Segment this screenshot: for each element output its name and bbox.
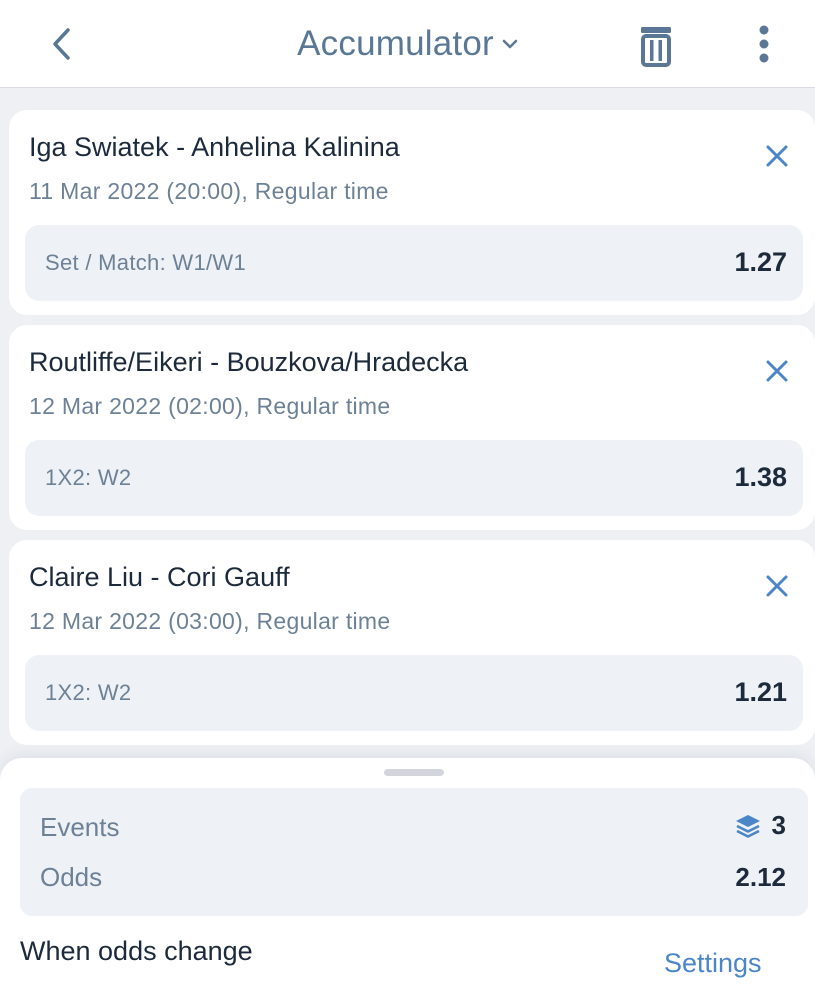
layers-icon bbox=[735, 814, 760, 838]
more-vertical-icon bbox=[759, 25, 769, 63]
page-title: Accumulator bbox=[297, 24, 494, 63]
bet-card: Routliffe/Eikeri - Bouzkova/Hradecka 12 … bbox=[9, 325, 815, 530]
events-label: Events bbox=[40, 812, 120, 842]
market-odds: 1.27 bbox=[734, 247, 787, 277]
total-odds: 2.12 bbox=[735, 862, 786, 892]
odds-change-label: When odds change bbox=[20, 936, 253, 966]
market-odds: 1.38 bbox=[734, 462, 787, 492]
remove-bet-button[interactable] bbox=[757, 136, 797, 176]
trash-icon bbox=[641, 27, 671, 67]
market-selection[interactable]: Set / Match: W1/W1 1.27 bbox=[25, 225, 803, 301]
market-label: 1X2: W2 bbox=[45, 465, 132, 490]
market-label: Set / Match: W1/W1 bbox=[45, 250, 247, 275]
match-time: 12 Mar 2022 (03:00), Regular time bbox=[29, 608, 391, 634]
close-icon bbox=[766, 145, 788, 167]
more-options-button[interactable] bbox=[742, 18, 786, 70]
match-name: Iga Swiatek - Anhelina Kalinina bbox=[29, 132, 400, 162]
market-odds: 1.21 bbox=[734, 677, 787, 707]
chevron-down-icon bbox=[502, 39, 518, 49]
bet-type-selector[interactable]: Accumulator bbox=[0, 22, 815, 66]
odds-label: Odds bbox=[40, 862, 103, 892]
market-selection[interactable]: 1X2: W2 1.21 bbox=[25, 655, 803, 731]
events-count: 3 bbox=[771, 810, 786, 840]
bet-slip-sheet: Events 3 Odds 2.12 When odds change Sett… bbox=[0, 758, 815, 988]
remove-bet-button[interactable] bbox=[757, 566, 797, 606]
market-label: 1X2: W2 bbox=[45, 680, 132, 705]
bet-card: Iga Swiatek - Anhelina Kalinina 11 Mar 2… bbox=[9, 110, 815, 315]
match-time: 11 Mar 2022 (20:00), Regular time bbox=[29, 178, 389, 204]
top-bar: Accumulator bbox=[0, 0, 815, 88]
close-icon bbox=[766, 575, 788, 597]
bet-card: Claire Liu - Cori Gauff 12 Mar 2022 (03:… bbox=[9, 540, 815, 745]
match-name: Claire Liu - Cori Gauff bbox=[29, 562, 290, 592]
match-name: Routliffe/Eikeri - Bouzkova/Hradecka bbox=[29, 347, 469, 377]
match-time: 12 Mar 2022 (02:00), Regular time bbox=[29, 393, 391, 419]
close-icon bbox=[766, 360, 788, 382]
odds-change-settings-link[interactable]: Settings bbox=[664, 948, 762, 979]
delete-all-button[interactable] bbox=[632, 22, 680, 70]
events-count-group: 3 bbox=[734, 810, 786, 841]
bet-summary: Events 3 Odds 2.12 bbox=[20, 788, 808, 916]
market-selection[interactable]: 1X2: W2 1.38 bbox=[25, 440, 803, 516]
sheet-drag-handle[interactable] bbox=[384, 769, 444, 776]
remove-bet-button[interactable] bbox=[757, 351, 797, 391]
